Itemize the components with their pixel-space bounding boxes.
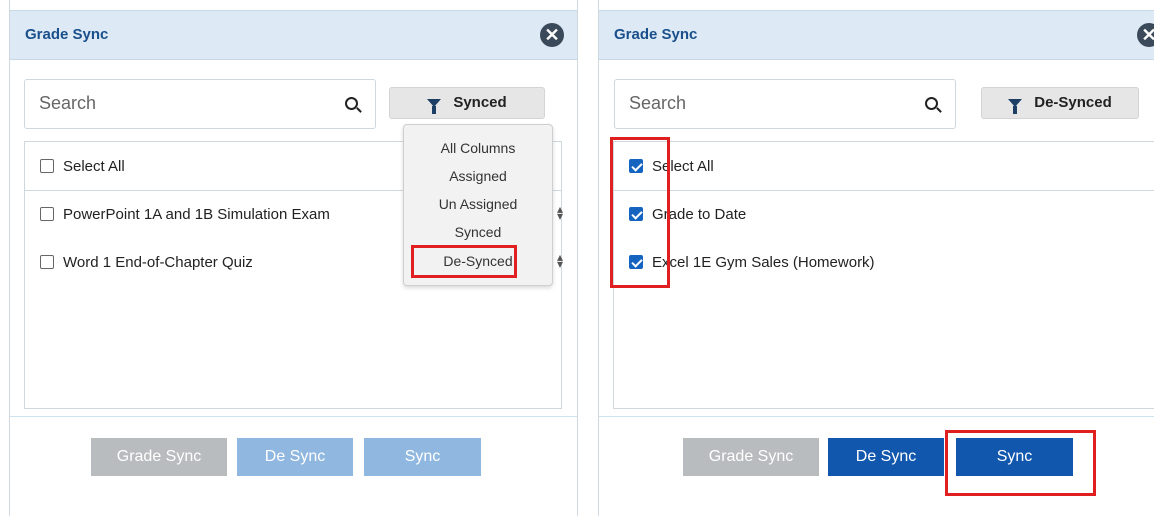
grade-sync-button[interactable]: Grade Sync (683, 438, 819, 476)
search-icon[interactable] (345, 97, 358, 110)
list-divider (614, 190, 1154, 191)
list-item[interactable]: Grade to Date (614, 200, 1154, 230)
select-all-label: Select All (63, 158, 125, 175)
dialog-header: Grade Sync ✕ (10, 10, 577, 60)
list-item[interactable]: Excel 1E Gym Sales (Homework) (614, 248, 1154, 278)
sort-arrows-icon: ▴ ▾ (557, 250, 564, 271)
filter-button[interactable]: Synced (389, 87, 545, 119)
dropdown-option-synced[interactable]: Synced (404, 219, 552, 245)
funnel-icon (427, 99, 442, 115)
dropdown-option-all-columns[interactable]: All Columns (404, 135, 552, 161)
search-icon[interactable] (925, 97, 938, 110)
search-placeholder: Search (629, 93, 687, 113)
funnel-icon (1008, 99, 1023, 115)
dialog-header: Grade Sync ✕ (599, 10, 1154, 60)
filter-button[interactable]: De-Synced (981, 87, 1139, 119)
close-icon[interactable]: ✕ (1137, 23, 1154, 47)
item-checkbox[interactable] (40, 207, 54, 221)
highlight-box-de-synced (411, 245, 517, 278)
dialog-title: Grade Sync (614, 26, 698, 43)
item-label: PowerPoint 1A and 1B Simulation Exam (63, 206, 330, 223)
dialog-title: Grade Sync (25, 26, 109, 43)
highlight-box-checkboxes (610, 137, 670, 288)
footer-divider (10, 416, 577, 417)
search-placeholder: Search (39, 93, 97, 113)
filter-button-label: Synced (453, 94, 507, 111)
grade-sync-button[interactable]: Grade Sync (91, 438, 227, 476)
sync-button[interactable]: Sync (364, 438, 481, 476)
footer-divider (599, 416, 1154, 417)
de-sync-button[interactable]: De Sync (828, 438, 944, 476)
select-all-row[interactable]: Select All (614, 152, 1154, 182)
search-input[interactable]: Search (614, 79, 956, 129)
de-sync-button[interactable]: De Sync (237, 438, 353, 476)
dropdown-option-un-assigned[interactable]: Un Assigned (404, 191, 552, 217)
grade-sync-dialog-left: Grade Sync ✕ Search Synced Select All Po… (9, 0, 578, 516)
search-input[interactable]: Search (24, 79, 376, 129)
highlight-box-sync (945, 430, 1096, 496)
column-list: Select All Grade to Date Excel 1E Gym Sa… (613, 141, 1154, 409)
select-all-checkbox[interactable] (40, 159, 54, 173)
item-label: Excel 1E Gym Sales (Homework) (652, 254, 875, 271)
grade-sync-dialog-right: Grade Sync ✕ Search De-Synced Select All… (598, 0, 1154, 516)
item-label: Word 1 End-of-Chapter Quiz (63, 254, 253, 271)
filter-button-label: De-Synced (1034, 94, 1112, 111)
sort-arrows-icon: ▴ ▾ (557, 202, 564, 223)
item-checkbox[interactable] (40, 255, 54, 269)
dropdown-option-assigned[interactable]: Assigned (404, 163, 552, 189)
close-icon[interactable]: ✕ (540, 23, 564, 47)
